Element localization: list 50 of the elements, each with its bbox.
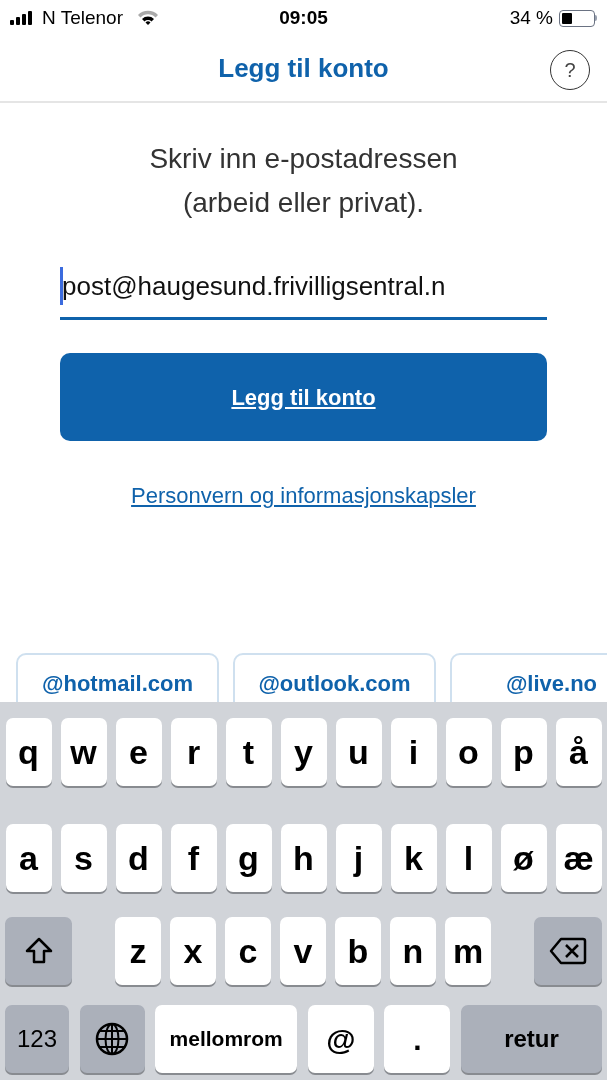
keyboard-key[interactable]: g (225, 824, 272, 892)
wifi-icon (137, 10, 159, 26)
keyboard-key[interactable]: h (280, 824, 327, 892)
keyboard-key[interactable]: j (335, 824, 382, 892)
status-time: 09:05 (278, 5, 329, 30)
keyboard-key[interactable]: t (225, 718, 272, 786)
keyboard-key[interactable]: ø (500, 824, 547, 892)
keyboard-key[interactable]: z (115, 917, 161, 985)
globe-key[interactable] (79, 1005, 145, 1073)
keyboard-key[interactable]: . (384, 1005, 451, 1073)
keyboard-key[interactable]: f (170, 824, 217, 892)
add-account-button[interactable]: Legg til konto (60, 353, 547, 441)
shift-key[interactable] (5, 917, 72, 985)
globe-icon (95, 1022, 130, 1056)
numbers-key[interactable]: 123 (5, 1005, 69, 1073)
email-field[interactable]: post@haugesund.frivilligsentral.n (60, 255, 547, 320)
keyboard-key[interactable]: u (335, 718, 382, 786)
keyboard-key[interactable]: w (60, 718, 107, 786)
keyboard-key[interactable]: k (390, 824, 437, 892)
keyboard-key[interactable]: b (335, 917, 381, 985)
keyboard-key[interactable]: q (5, 718, 52, 786)
keyboard-key[interactable]: x (170, 917, 216, 985)
shift-icon (23, 936, 54, 966)
backspace-icon (549, 937, 587, 965)
battery-icon (559, 9, 597, 27)
keyboard-key[interactable]: m (445, 917, 491, 985)
keyboard-key[interactable]: d (115, 824, 162, 892)
return-key[interactable]: retur (460, 1005, 602, 1073)
keyboard-key[interactable]: p (500, 718, 547, 786)
keyboard-key[interactable]: v (280, 917, 326, 985)
keyboard-key[interactable]: s (60, 824, 107, 892)
carrier-name: N Telenor (42, 5, 123, 30)
space-key[interactable]: mellomrom (155, 1005, 298, 1073)
battery-percentage: 34 % (509, 5, 553, 30)
keyboard-key[interactable]: l (445, 824, 492, 892)
keyboard-key[interactable]: a (5, 824, 52, 892)
keyboard-key[interactable]: y (280, 718, 327, 786)
keyboard-key[interactable]: r (170, 718, 217, 786)
backspace-key[interactable] (534, 917, 602, 985)
keyboard-key[interactable]: c (225, 917, 271, 985)
keyboard-key[interactable]: n (390, 917, 436, 985)
keyboard-key[interactable]: æ (555, 824, 602, 892)
keyboard-key[interactable]: o (445, 718, 492, 786)
privacy-link[interactable]: Personvern og informasjonskapsler (131, 479, 476, 512)
prompt-text: Skriv inn e-postadressen (arbeid eller privat). (148, 142, 459, 220)
keyboard-key[interactable]: e (115, 718, 162, 786)
keyboard-key[interactable]: @ (307, 1005, 374, 1073)
keyboard-key[interactable]: i (390, 718, 437, 786)
nav-title: Legg til konto (218, 52, 389, 85)
keyboard-key[interactable]: å (555, 718, 602, 786)
